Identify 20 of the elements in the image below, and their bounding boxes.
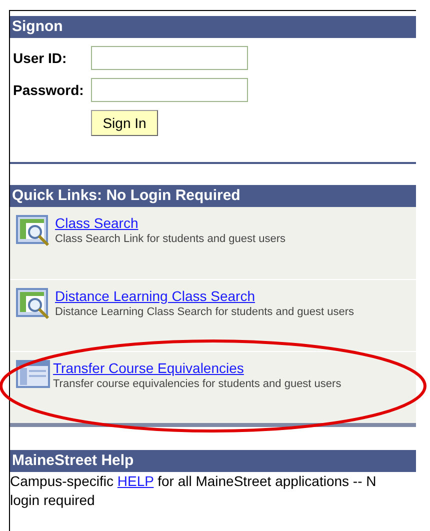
link-description: Distance Learning Class Search for students and guest users xyxy=(55,305,354,320)
sign-in-button[interactable]: Sign In xyxy=(91,110,158,136)
input-field[interactable] xyxy=(91,46,248,70)
table-search-icon xyxy=(16,215,52,247)
link-description: Transfer course equivalencies for students and guest users xyxy=(53,377,342,392)
section-header: Quick Links: No Login Required xyxy=(10,185,416,207)
input-field[interactable] xyxy=(91,78,248,102)
section-header: Signon xyxy=(10,16,416,38)
table-search-icon xyxy=(16,288,52,320)
quick-link[interactable]: Transfer Course Equivalencies xyxy=(53,360,342,377)
quick-link[interactable]: Distance Learning Class Search xyxy=(55,288,354,305)
help-text: Campus-specific HELP for all MaineStreet applications -- N xyxy=(10,472,378,491)
link-description: Class Search Link for students and guest users xyxy=(55,232,286,247)
help-text-continuation: login required xyxy=(10,491,96,510)
field-label: Password: xyxy=(13,80,85,100)
quick-link[interactable]: Class Search xyxy=(55,215,286,232)
help-link[interactable]: HELP xyxy=(117,473,154,489)
field-label: User ID: xyxy=(13,48,68,68)
window-icon xyxy=(16,360,50,388)
section-header: MaineStreet Help xyxy=(10,450,416,472)
